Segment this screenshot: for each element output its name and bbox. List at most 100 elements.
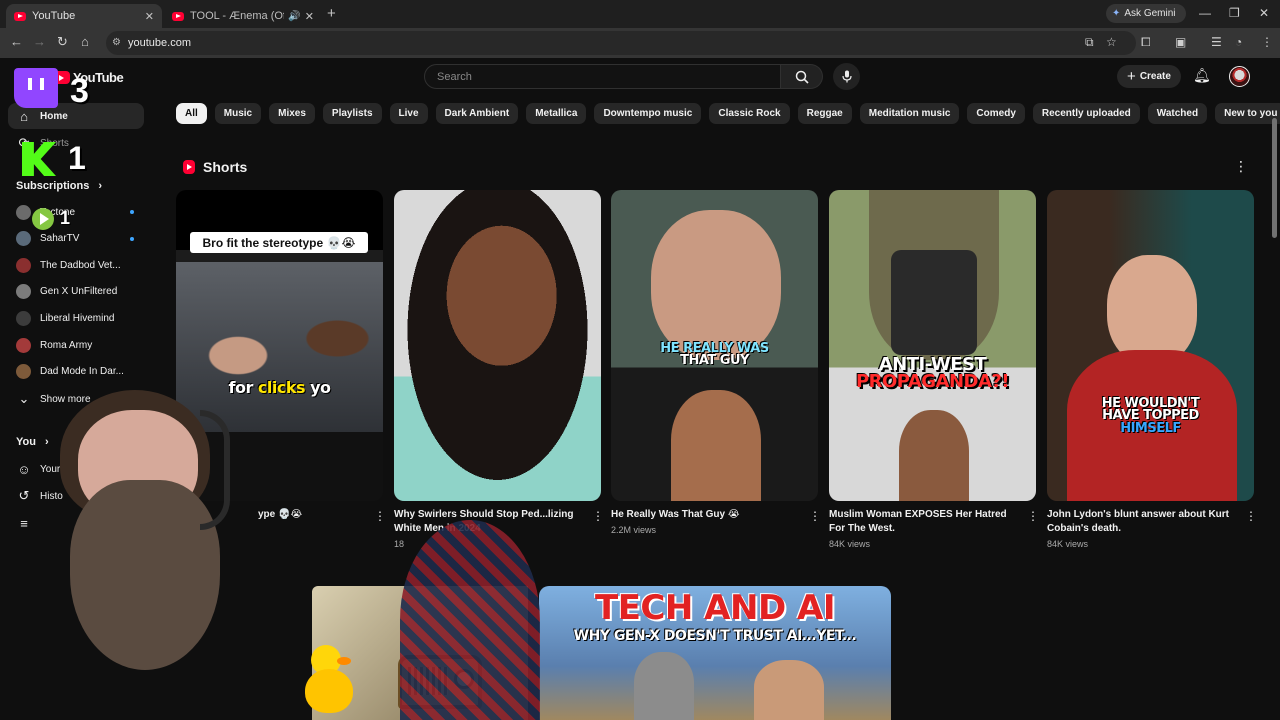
subscription-item[interactable]: SaharTV bbox=[8, 226, 144, 252]
voice-search-button[interactable] bbox=[833, 63, 860, 90]
filter-chip[interactable]: Dark Ambient bbox=[435, 103, 519, 124]
search-icon bbox=[795, 70, 809, 84]
plus-icon: + bbox=[1127, 68, 1136, 85]
filter-chip[interactable]: Classic Rock bbox=[709, 103, 790, 124]
subscription-item[interactable]: Roma Army bbox=[8, 332, 144, 358]
search-button[interactable] bbox=[781, 64, 823, 89]
short-more-icon[interactable]: ⋮ bbox=[1027, 509, 1039, 523]
back-arrow-icon[interactable]: ← bbox=[10, 34, 23, 49]
restore-icon[interactable]: ❐ bbox=[1229, 6, 1240, 20]
filter-chip[interactable]: New to you bbox=[1215, 103, 1280, 124]
short-title[interactable]: John Lydon's blunt answer about Kurt Cob… bbox=[1047, 508, 1237, 536]
search-placeholder: Search bbox=[437, 70, 472, 83]
video-thumb-subtitle: WHY GEN-X DOESN'T TRUST AI...YET... bbox=[573, 628, 857, 644]
short-card[interactable]: HE WOULDN'T HAVE TOPPED HIMSELF John Lyd… bbox=[1047, 190, 1257, 549]
shorts-shelf-heading: Shorts bbox=[183, 159, 247, 175]
forward-arrow-icon[interactable]: → bbox=[33, 34, 46, 49]
subscriptions-heading[interactable]: Subscriptions › bbox=[16, 180, 102, 192]
subscription-item[interactable]: Tectone bbox=[8, 199, 144, 225]
headphones-icon bbox=[200, 410, 230, 530]
short-thumbnail[interactable]: HE WOULDN'T HAVE TOPPED HIMSELF bbox=[1047, 190, 1254, 501]
gemini-sparkle-icon: ✦ bbox=[1112, 8, 1121, 19]
new-content-dot-icon bbox=[130, 236, 134, 241]
subscription-item[interactable]: Liberal Hivemind bbox=[8, 305, 144, 331]
close-icon[interactable]: ✕ bbox=[305, 10, 314, 23]
filter-chip[interactable]: Metallica bbox=[526, 103, 587, 124]
window-close-icon[interactable]: ✕ bbox=[1259, 6, 1269, 20]
chevron-right-icon: › bbox=[98, 180, 103, 192]
filter-chip[interactable]: All bbox=[176, 103, 207, 124]
video-thumbnail[interactable]: TECH AND AI WHY GEN-X DOESN'T TRUST AI..… bbox=[539, 586, 891, 720]
profile-icon[interactable]: ◔ bbox=[1235, 35, 1242, 49]
filter-chip[interactable]: Watched bbox=[1147, 103, 1208, 124]
page-scrollbar[interactable] bbox=[1272, 118, 1277, 238]
filter-chip[interactable]: Mixes bbox=[269, 103, 315, 124]
subscription-label: Roma Army bbox=[40, 339, 93, 351]
filter-chip[interactable]: Music bbox=[214, 103, 262, 124]
reading-list-icon[interactable]: ☰ bbox=[1211, 35, 1222, 49]
rumble-logo-icon bbox=[32, 208, 54, 230]
flag-hoodie-image bbox=[400, 520, 540, 720]
short-caption: ANTI-WEST PROPAGANDA?! bbox=[829, 355, 1036, 393]
notifications-bell-icon[interactable]: 🔔︎ bbox=[1193, 67, 1211, 84]
subscription-label: Dad Mode In Dar... bbox=[40, 366, 124, 378]
short-more-icon[interactable]: ⋮ bbox=[374, 509, 386, 523]
browser-menu-icon[interactable]: ⋮ bbox=[1261, 35, 1273, 49]
channel-avatar bbox=[16, 337, 31, 353]
install-app-icon[interactable]: ⧉ bbox=[1085, 35, 1094, 50]
filter-chip[interactable]: Playlists bbox=[322, 103, 382, 124]
short-caption: Bro fit the stereotype 💀😭 bbox=[202, 235, 356, 250]
tab-youtube[interactable]: YouTube ✕ bbox=[6, 4, 162, 28]
channel-avatar bbox=[16, 231, 31, 247]
close-icon[interactable]: ✕ bbox=[145, 10, 154, 23]
filter-chip[interactable]: Comedy bbox=[967, 103, 1025, 124]
sidebar-item-label: Home bbox=[40, 110, 68, 122]
new-tab-button[interactable]: + bbox=[327, 5, 336, 22]
subscription-label: Gen X UnFiltered bbox=[40, 286, 118, 298]
home-button-icon[interactable]: ⌂ bbox=[81, 34, 89, 49]
bookmark-star-icon[interactable]: ☆ bbox=[1106, 35, 1117, 49]
short-card[interactable]: HE REALLY WAS THAT GUY He Really Was Tha… bbox=[611, 190, 821, 535]
caption-line: PROPAGANDA?! bbox=[855, 371, 1010, 393]
short-more-icon[interactable]: ⋮ bbox=[809, 509, 821, 523]
account-avatar[interactable] bbox=[1229, 66, 1250, 87]
streamer-beard bbox=[70, 480, 220, 670]
filter-chip[interactable]: Recently uploaded bbox=[1032, 103, 1140, 124]
short-thumbnail[interactable]: ANTI-WEST PROPAGANDA?! bbox=[829, 190, 1036, 501]
short-title[interactable]: He Really Was That Guy 😭 bbox=[611, 508, 801, 522]
short-more-icon[interactable]: ⋮ bbox=[1245, 509, 1257, 523]
subscription-item[interactable]: The Dadbod Vet... bbox=[8, 252, 144, 278]
site-info-icon[interactable]: ⚙ bbox=[112, 37, 121, 48]
short-more-icon[interactable]: ⋮ bbox=[592, 509, 604, 523]
channel-avatar bbox=[16, 310, 31, 326]
filter-chip[interactable]: Live bbox=[389, 103, 428, 124]
filter-chip[interactable]: Downtempo music bbox=[594, 103, 702, 124]
address-bar[interactable]: ⚙ youtube.com bbox=[106, 31, 1136, 55]
filter-chip[interactable]: Reggae bbox=[797, 103, 852, 124]
shelf-more-icon[interactable]: ⋮ bbox=[1234, 158, 1248, 175]
short-title[interactable]: Muslim Woman EXPOSES Her Hatred For The … bbox=[829, 508, 1019, 536]
audio-playing-icon[interactable]: 🔊 bbox=[288, 11, 300, 22]
tab-tool-aenema[interactable]: TOOL - Ænema (Official Vid 🔊 ✕ bbox=[164, 4, 322, 28]
channel-avatar bbox=[16, 257, 31, 273]
extensions-icon[interactable]: ⧠ bbox=[1141, 35, 1151, 50]
sidebar-item-label: Shorts bbox=[40, 137, 69, 149]
short-caption-box: Bro fit the stereotype 💀😭 bbox=[190, 232, 368, 253]
search-input[interactable]: Search bbox=[424, 64, 781, 89]
caption-line: HIMSELF bbox=[1120, 420, 1181, 436]
webcam-overlay bbox=[0, 380, 320, 720]
subscription-item[interactable]: Gen X UnFiltered bbox=[8, 279, 144, 305]
short-thumbnail[interactable] bbox=[394, 190, 601, 501]
short-card[interactable]: Why Swirlers Should Stop Ped...lizing Wh… bbox=[394, 190, 604, 549]
short-views: 84K views bbox=[829, 539, 871, 549]
subscriptions-heading-label: Subscriptions bbox=[16, 180, 90, 192]
cast-icon[interactable]: ▣ bbox=[1175, 35, 1186, 49]
filter-chip[interactable]: Meditation music bbox=[859, 103, 960, 124]
minimize-icon[interactable]: — bbox=[1199, 6, 1211, 20]
short-card[interactable]: ANTI-WEST PROPAGANDA?! Muslim Woman EXPO… bbox=[829, 190, 1039, 549]
reload-icon[interactable]: ↻ bbox=[57, 34, 68, 50]
create-button[interactable]: + Create bbox=[1117, 65, 1181, 88]
short-thumbnail[interactable]: HE REALLY WAS THAT GUY bbox=[611, 190, 818, 501]
ask-gemini-button[interactable]: ✦ Ask Gemini bbox=[1106, 4, 1186, 23]
rumble-viewer-count: 1 bbox=[60, 208, 71, 228]
